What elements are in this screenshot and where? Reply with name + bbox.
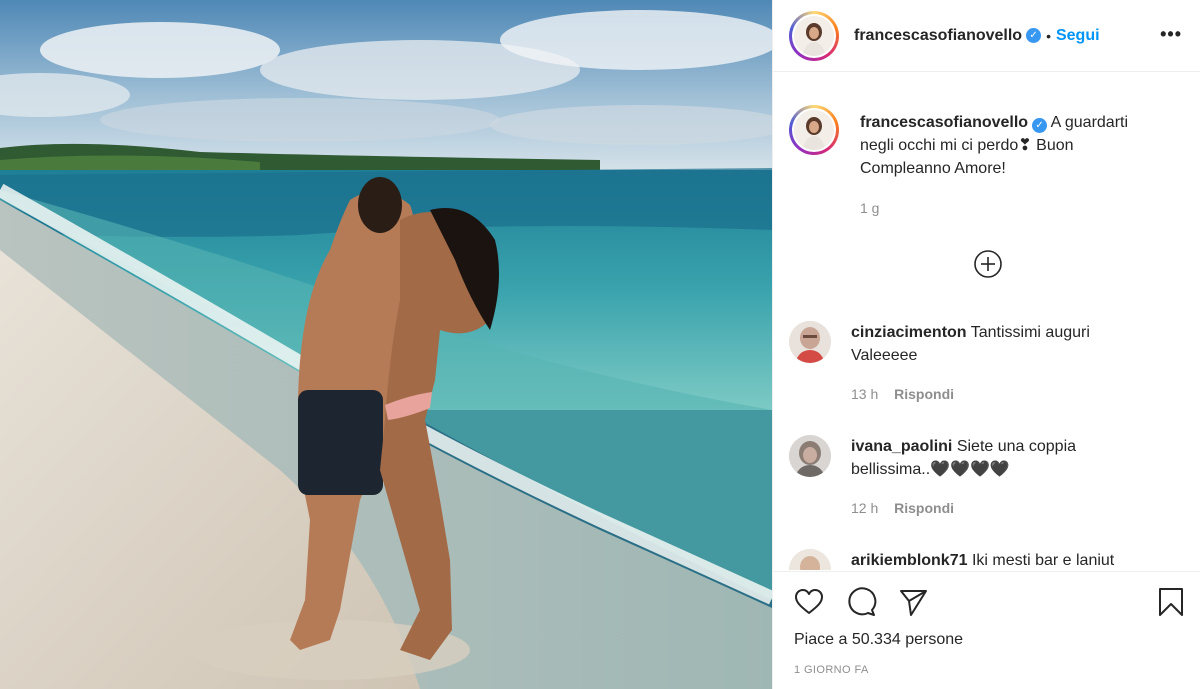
save-button[interactable]: [1155, 586, 1187, 618]
post-photo[interactable]: [0, 0, 772, 689]
post-header: francescasofianovello ✓ • Segui •••: [773, 0, 1200, 72]
beach-kiss-photo: [0, 0, 772, 689]
post-date[interactable]: 1 GIORNO FA: [794, 664, 869, 676]
commenter-avatar[interactable]: [789, 549, 831, 570]
send-icon: [900, 590, 927, 616]
likes-count[interactable]: Piace a 50.334 persone: [794, 631, 963, 649]
comment-time[interactable]: 12 h: [851, 500, 878, 516]
plus-circle-icon: [974, 250, 1002, 278]
comment-username[interactable]: ivana_paolini: [851, 438, 952, 455]
reply-button[interactable]: Rispondi: [894, 500, 954, 516]
caption: francescasofianovello ✓ A guardarti negli…: [789, 105, 1184, 220]
comment-button[interactable]: [845, 586, 877, 618]
author-username[interactable]: francescasofianovello: [854, 27, 1022, 45]
caption-time[interactable]: 1 g: [860, 200, 879, 216]
more-options-icon[interactable]: •••: [1160, 24, 1182, 45]
author-avatar-image: [794, 15, 834, 56]
post-actions: Piace a 50.334 persone 1 GIORNO FA: [773, 571, 1200, 689]
comment-text: Iki mesti bar e laniut: [971, 552, 1115, 569]
author-avatar[interactable]: [789, 10, 839, 61]
caption-avatar-image: [794, 110, 834, 150]
comment-item: ivana_paolini Siete una coppia bellissim…: [789, 435, 1184, 520]
bookmark-icon: [1159, 588, 1183, 616]
like-button[interactable]: [793, 586, 825, 618]
share-button[interactable]: [897, 586, 929, 618]
post-panel: francescasofianovello ✓ • Segui ••• fran…: [772, 0, 1200, 689]
caption-username[interactable]: francescasofianovello: [860, 114, 1028, 131]
reply-button[interactable]: Rispondi: [894, 386, 954, 402]
caption-avatar[interactable]: [789, 105, 839, 155]
follow-button[interactable]: Segui: [1056, 27, 1100, 45]
load-more-comments-button[interactable]: [973, 249, 1003, 279]
comments-list[interactable]: francescasofianovello ✓ A guardarti negli…: [773, 73, 1200, 570]
comment-time[interactable]: 13 h: [851, 386, 878, 402]
commenter-avatar[interactable]: [789, 435, 831, 477]
commenter-avatar[interactable]: [789, 321, 831, 363]
separator-dot: •: [1046, 27, 1051, 44]
heart-icon: [795, 589, 823, 614]
comment-username[interactable]: arikiemblonk71: [851, 552, 968, 569]
verified-badge-icon: ✓: [1026, 28, 1042, 43]
comment-item: arikiemblonk71 Iki mesti bar e laniut: [789, 549, 1184, 570]
comment-icon: [848, 587, 877, 616]
comment-username[interactable]: cinziacimenton: [851, 324, 967, 341]
comment-item: cinziacimenton Tantissimi auguri Valeeee…: [789, 321, 1184, 406]
caption-verified-icon: ✓: [1032, 118, 1048, 133]
